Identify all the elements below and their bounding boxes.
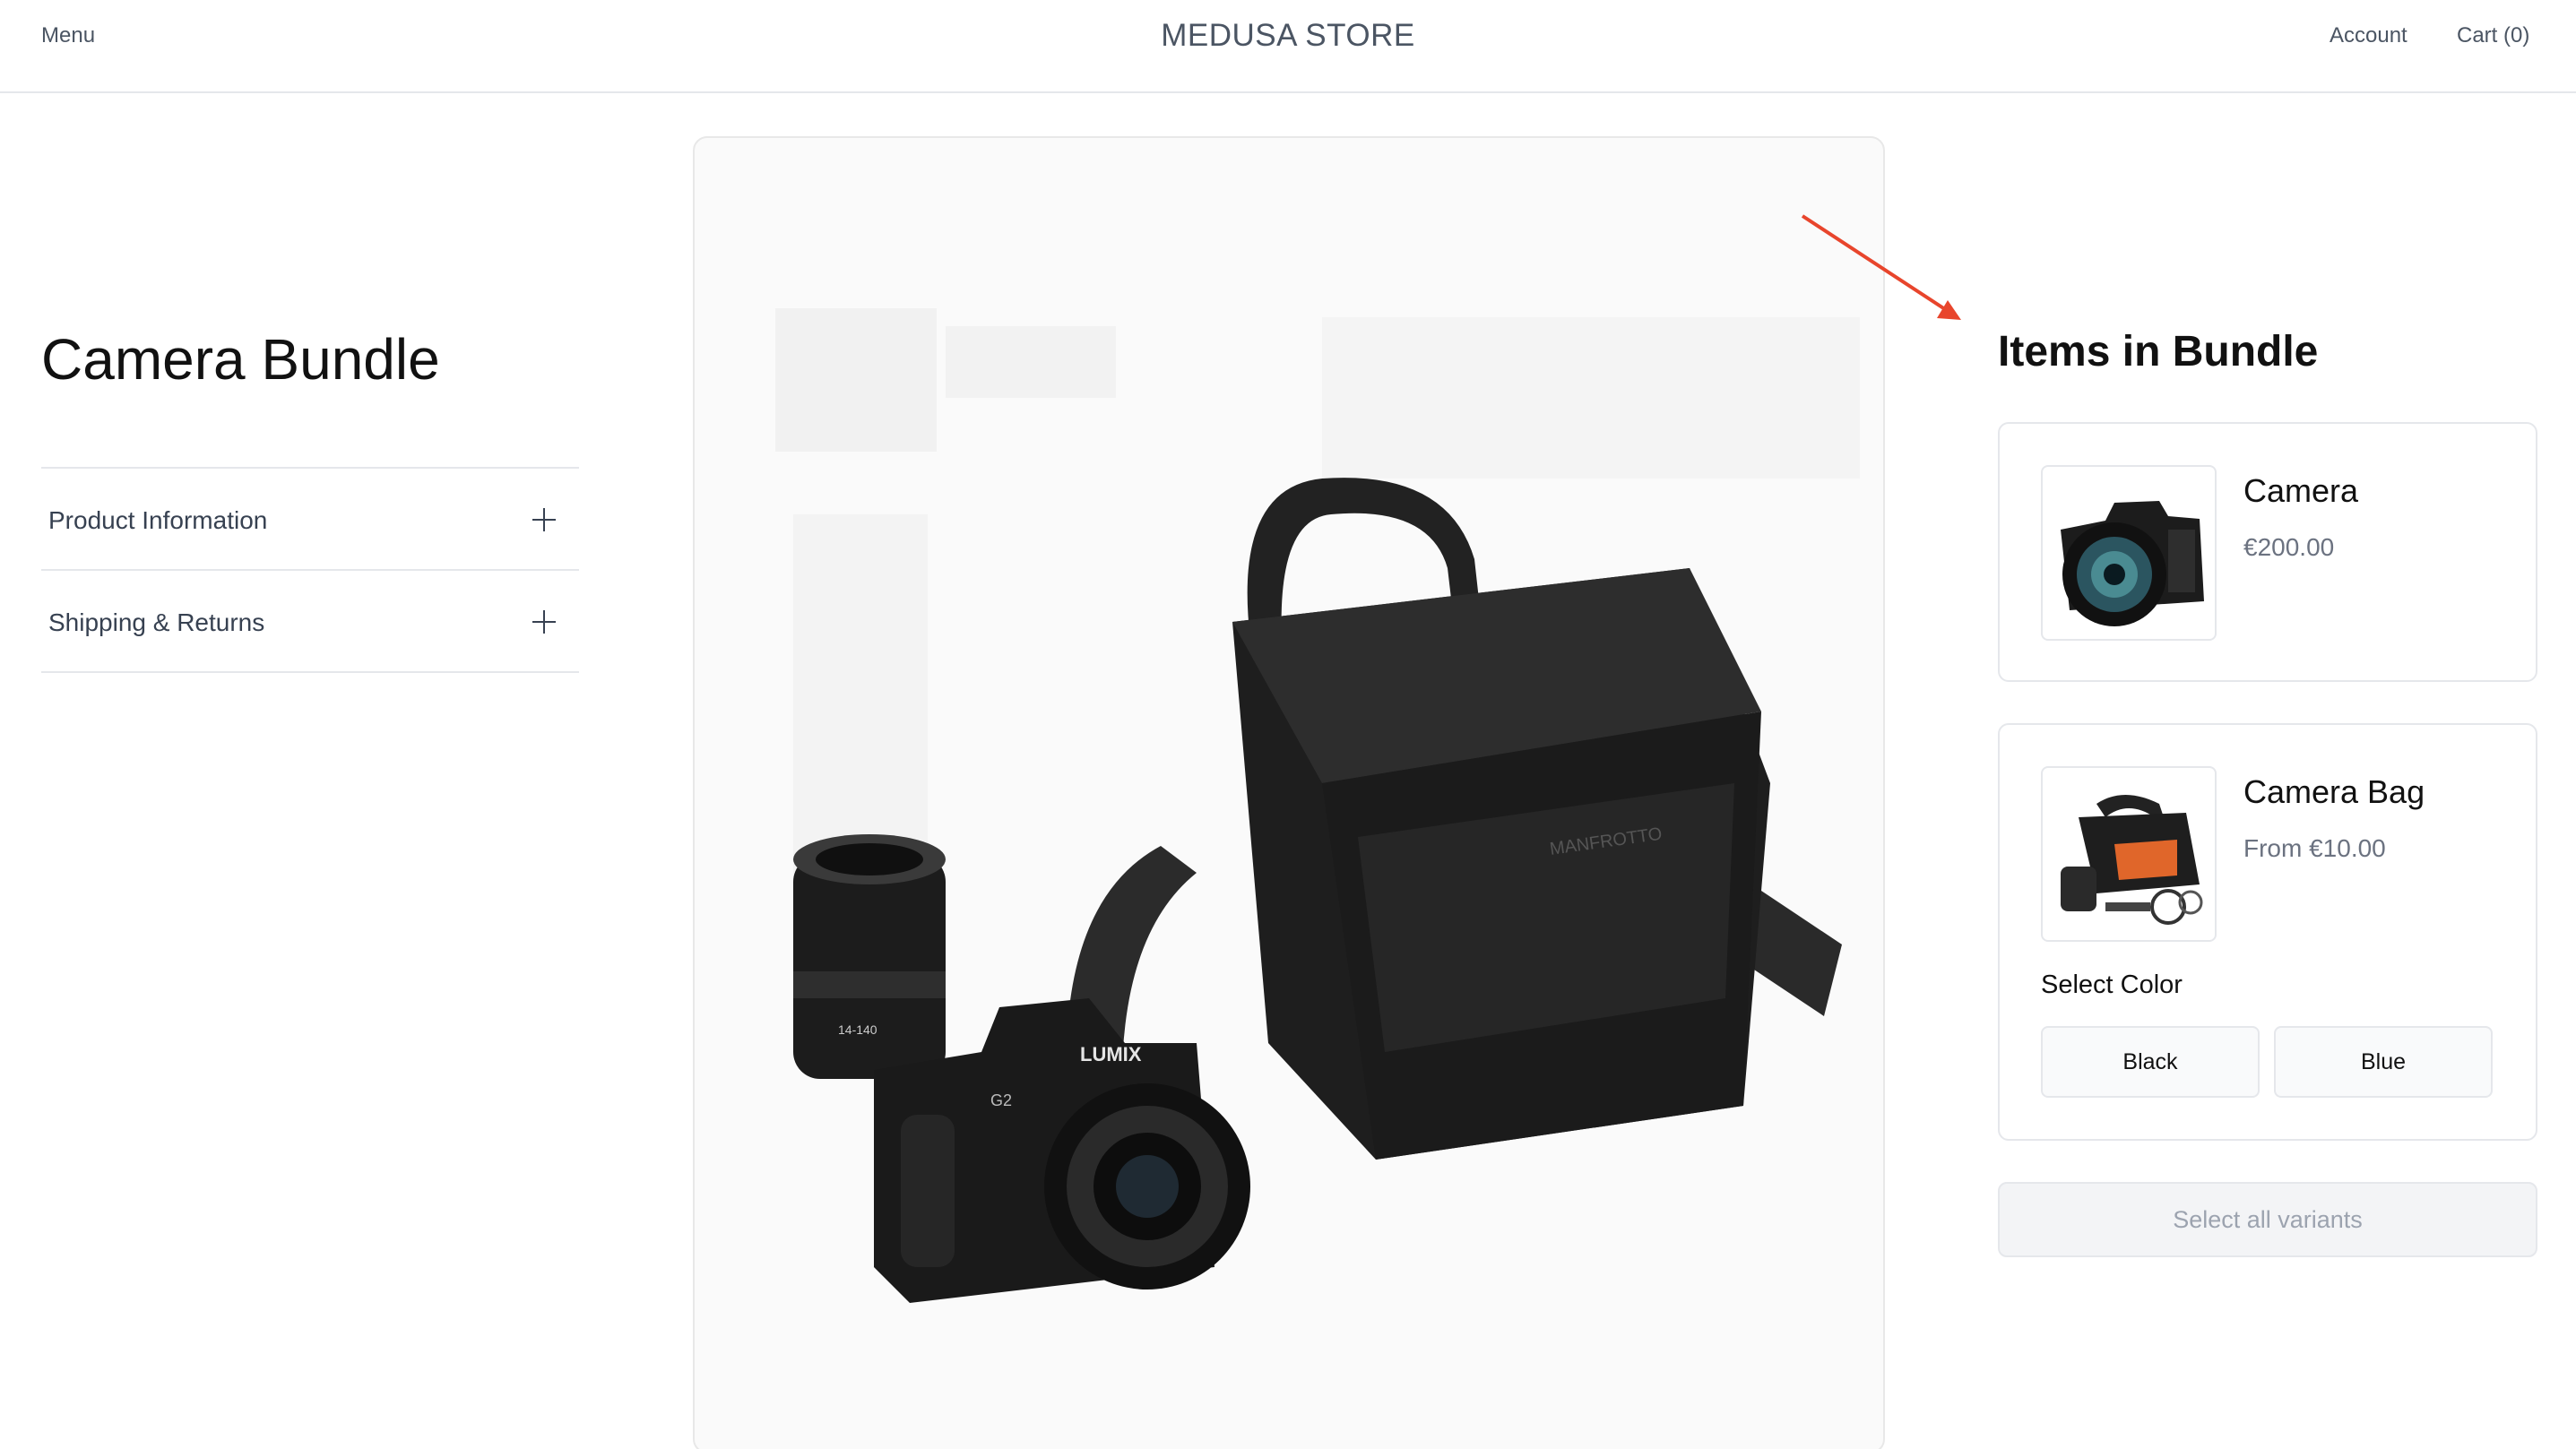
accordion-label: Product Information [48,506,268,534]
accordion-label: Shipping & Returns [48,608,265,636]
bundle-item-camera-bag: Camera Bag From €10.00 Select Color Blac… [1998,723,2537,1141]
store-logo[interactable]: MEDUSA STORE [0,18,2576,54]
page: Menu MEDUSA STORE Account Cart (0) Camer… [0,0,2576,1449]
plus-icon[interactable] [532,508,556,531]
bundle-title: Items in Bundle [1998,328,2319,375]
svg-text:LUMIX: LUMIX [1080,1043,1142,1065]
camera-bundle-photo: MANFROTTO 14-140 LUMIX G2 [775,308,1860,1303]
product-image: MANFROTTO 14-140 LUMIX G2 [693,136,1885,1449]
account-link[interactable]: Account [2330,23,2407,48]
color-option-blue[interactable]: Blue [2274,1026,2493,1098]
plus-icon[interactable] [532,610,556,634]
product-title: Camera Bundle [41,327,440,392]
top-nav: Menu MEDUSA STORE Account Cart (0) [0,0,2576,93]
color-option-black[interactable]: Black [2041,1026,2260,1098]
cart-link[interactable]: Cart (0) [2457,23,2529,48]
annotation-arrow-icon [1801,214,1961,320]
select-all-variants-button[interactable]: Select all variants [1998,1182,2537,1257]
accordion-shipping-returns[interactable]: Shipping & Returns [41,571,579,673]
bundle-item-camera: Camera €200.00 [1998,422,2537,682]
item-name: Camera Bag [2243,773,2425,810]
item-price: €200.00 [2243,533,2335,561]
accordion-product-information[interactable]: Product Information [41,469,579,571]
svg-text:14-140: 14-140 [838,1022,877,1037]
item-price: From €10.00 [2243,834,2386,862]
select-color-label: Select Color [2041,970,2183,999]
svg-text:G2: G2 [990,1091,1012,1109]
camera-bag-image [2061,795,2203,925]
camera-bag-thumbnail[interactable] [2041,766,2217,942]
item-name: Camera [2243,472,2359,509]
camera-thumbnail[interactable] [2041,465,2217,641]
product-accordion: Product Information Shipping & Returns [41,467,579,673]
camera-image [2061,501,2204,626]
